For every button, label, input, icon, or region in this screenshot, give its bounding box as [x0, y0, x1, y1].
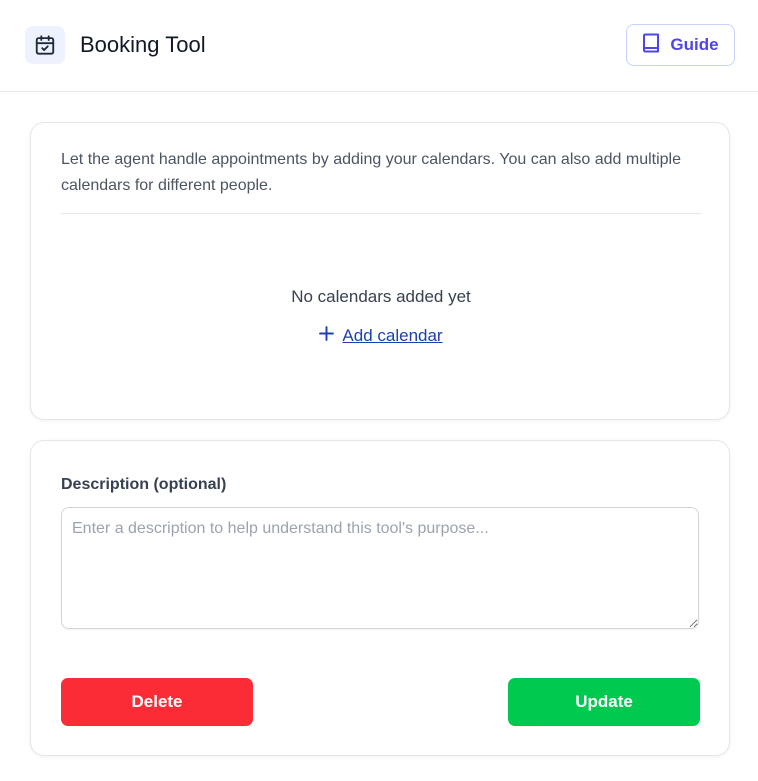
- guide-label: Guide: [670, 35, 719, 54]
- update-button[interactable]: Update: [508, 678, 700, 726]
- calendar-check-icon: [25, 26, 65, 64]
- page-header: Booking Tool Guide: [0, 0, 758, 92]
- calendars-card: Let the agent handle appointments by add…: [30, 122, 730, 420]
- calendars-intro-text: Let the agent handle appointments by add…: [61, 151, 681, 194]
- description-label: Description (optional): [61, 476, 227, 493]
- divider: [61, 213, 701, 214]
- description-input[interactable]: [61, 507, 699, 629]
- delete-button[interactable]: Delete: [61, 678, 253, 726]
- description-card: Description (optional) Delete Update: [30, 440, 730, 756]
- book-icon: [642, 33, 660, 58]
- plus-icon: [319, 326, 335, 346]
- empty-state-text: No calendars added yet: [291, 287, 471, 306]
- add-calendar-link[interactable]: Add calendar: [31, 326, 731, 346]
- add-calendar-label: Add calendar: [342, 326, 443, 345]
- page-title: Booking Tool: [80, 32, 206, 57]
- guide-button[interactable]: Guide: [626, 24, 735, 66]
